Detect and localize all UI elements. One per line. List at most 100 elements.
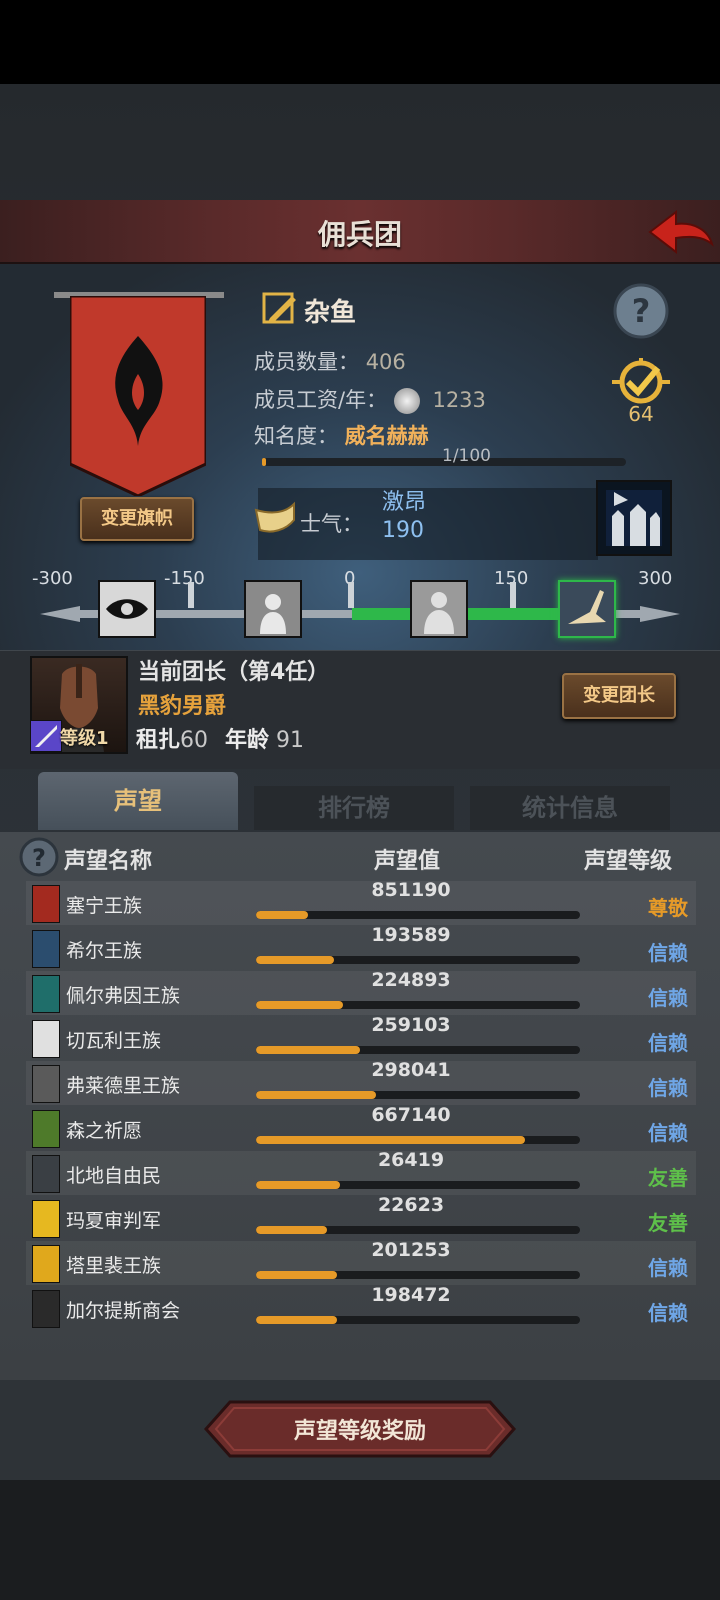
reputation-value: 259103: [371, 1014, 451, 1036]
faction-name: 希尔王族: [66, 940, 143, 962]
reputation-level: 信赖: [648, 941, 688, 965]
members-value: 406: [365, 350, 406, 374]
morale-label: 士气：: [300, 512, 363, 536]
edit-name-icon[interactable]: [262, 290, 298, 326]
reputation-level: 信赖: [648, 1031, 688, 1055]
reputation-value: 198472: [371, 1284, 451, 1306]
members-row: 成员数量： 406: [254, 346, 406, 376]
table-row[interactable]: 玛夏审判军 22623 友善: [26, 1194, 696, 1240]
morale-value: 190: [382, 518, 424, 543]
svg-text:?: ?: [32, 844, 46, 872]
reputation-bar: [256, 911, 580, 919]
reputation-bar-fill: [256, 1136, 525, 1144]
faction-crest-icon: [32, 1290, 60, 1328]
faction-name: 佩尔弗因王族: [66, 985, 181, 1007]
reputation-bar-fill: [256, 1316, 337, 1324]
rent-label: 租扎: [136, 728, 181, 753]
reputation-value: 851190: [371, 879, 451, 901]
reputation-reward-button[interactable]: [204, 1400, 516, 1458]
reputation-bar: [256, 1136, 580, 1144]
leader-title: 当前团长（第4任）: [138, 660, 330, 685]
column-header-name: 声望名称: [64, 849, 153, 874]
calm-figure-icon: [412, 582, 466, 636]
table-row[interactable]: 加尔提斯商会 198472 信赖: [26, 1284, 696, 1330]
reputation-bar-fill: [256, 1271, 337, 1279]
faction-crest-icon: [32, 930, 60, 968]
back-arrow-icon: [648, 209, 714, 255]
reputation-value: 193589: [371, 924, 451, 946]
horn-icon: [254, 501, 295, 533]
salary-row: 成员工资/年： 1233: [254, 384, 486, 414]
badge-count: 64: [628, 402, 654, 426]
table-row[interactable]: 希尔王族 193589 信赖: [26, 924, 696, 970]
army-portrait-icon[interactable]: [596, 480, 672, 556]
scared-figure-icon: [246, 582, 300, 636]
column-header-level: 声望等级: [584, 849, 673, 874]
table-row[interactable]: 弗莱德里王族 298041 信赖: [26, 1059, 696, 1105]
morale-panic-icon[interactable]: [98, 580, 156, 638]
reputation-bar: [256, 1226, 580, 1234]
company-banner: [70, 296, 206, 496]
faction-crest-icon: [32, 1110, 60, 1148]
tab-statistics[interactable]: 统计信息: [470, 786, 670, 830]
reputation-bar-fill: [256, 956, 334, 964]
reputation-value: 201253: [371, 1239, 451, 1261]
change-banner-button[interactable]: 变更旗帜: [80, 497, 194, 541]
morale-tick-label: -300: [32, 568, 73, 589]
faction-crest-icon: [32, 885, 60, 923]
charge-icon: [560, 582, 614, 636]
reputation-level: 信赖: [648, 1076, 688, 1100]
faction-name: 塔里裴王族: [66, 1255, 162, 1277]
fame-progress-text: 1/100: [442, 446, 491, 466]
target-badge-icon[interactable]: [612, 358, 670, 408]
reputation-value: 26419: [377, 1149, 445, 1171]
table-help-icon[interactable]: ?: [18, 836, 60, 878]
change-leader-button[interactable]: 变更团长: [562, 673, 676, 719]
salary-label: 成员工资/年：: [254, 388, 388, 412]
reputation-value: 298041: [371, 1059, 451, 1081]
reputation-bar: [256, 1001, 580, 1009]
help-icon[interactable]: ?: [612, 282, 670, 340]
fame-progress-fill: [262, 458, 266, 466]
reputation-level: 信赖: [648, 1121, 688, 1145]
morale-normal-icon[interactable]: [410, 580, 468, 638]
salary-value: 1233: [432, 388, 486, 412]
table-row[interactable]: 佩尔弗因王族 224893 信赖: [26, 969, 696, 1015]
morale-tick-label: 300: [638, 568, 673, 589]
reputation-level: 信赖: [648, 986, 688, 1010]
leader-stats: 租扎60 年龄 91: [136, 722, 304, 754]
faction-crest-icon: [32, 1065, 60, 1103]
rent-value: 60: [180, 728, 209, 753]
reputation-level: 友善: [648, 1166, 688, 1190]
tab-reputation[interactable]: 声望: [38, 772, 238, 830]
reputation-bar-fill: [256, 1226, 328, 1234]
reputation-level: 信赖: [648, 1256, 688, 1280]
fame-row: 知名度： 威名赫赫: [254, 420, 429, 450]
sword-icon: [35, 725, 57, 747]
leader-level: 等级1: [60, 728, 109, 749]
reputation-bar: [256, 1181, 580, 1189]
column-header-value: 声望值: [374, 849, 441, 874]
reputation-bar-fill: [256, 1001, 344, 1009]
faction-name: 北地自由民: [66, 1165, 162, 1187]
table-row[interactable]: 北地自由民 26419 友善: [26, 1149, 696, 1195]
faction-name: 塞宁王族: [66, 895, 143, 917]
morale-fear-icon[interactable]: [244, 580, 302, 638]
morale-tick: [188, 582, 194, 608]
morale-tick-label: -150: [164, 568, 205, 589]
members-label: 成员数量：: [254, 350, 359, 374]
table-row[interactable]: 塔里裴王族 201253 信赖: [26, 1239, 696, 1285]
tab-ranking[interactable]: 排行榜: [254, 786, 454, 830]
morale-inspired-icon[interactable]: [558, 580, 616, 638]
fame-label: 知名度：: [254, 424, 338, 448]
reputation-value: 667140: [371, 1104, 451, 1126]
faction-name: 森之祈愿: [66, 1120, 143, 1142]
table-row[interactable]: 塞宁王族 851190 尊敬: [26, 879, 696, 925]
reputation-bar: [256, 1091, 580, 1099]
age-value: 91: [276, 728, 305, 753]
back-button[interactable]: [646, 204, 716, 260]
reputation-level: 信赖: [648, 1301, 688, 1325]
table-row[interactable]: 森之祈愿 667140 信赖: [26, 1104, 696, 1150]
reputation-value: 22623: [377, 1194, 445, 1216]
table-row[interactable]: 切瓦利王族 259103 信赖: [26, 1014, 696, 1060]
